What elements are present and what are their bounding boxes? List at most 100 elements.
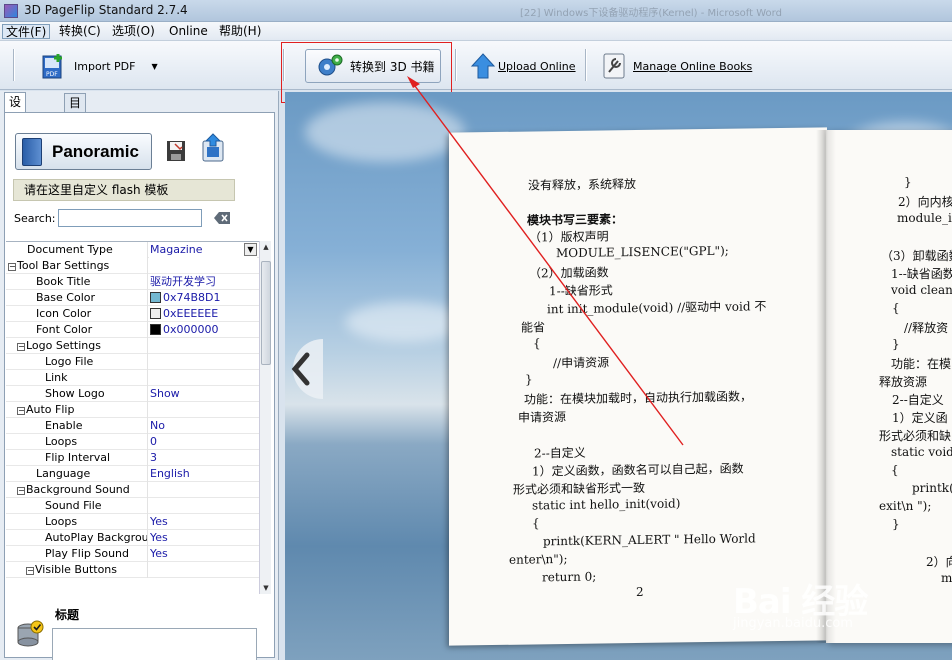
menu-help[interactable]: 帮助(H): [216, 24, 264, 39]
property-value[interactable]: English: [149, 466, 257, 482]
property-row[interactable]: AutoPlay Backgroun...Yes: [6, 530, 271, 546]
property-value[interactable]: [149, 354, 257, 370]
custom-flash-template-link[interactable]: 请在这里自定义 flash 模板: [13, 179, 235, 201]
property-value[interactable]: 0x000000: [149, 322, 257, 338]
page-text-line: {: [532, 516, 540, 531]
dropdown-arrow-icon[interactable]: ▼: [244, 243, 257, 256]
property-row[interactable]: Enable No: [6, 418, 271, 434]
property-name-text: Show Logo: [45, 387, 105, 400]
property-value[interactable]: Yes: [149, 546, 257, 562]
property-row[interactable]: Loops 0: [6, 434, 271, 450]
property-value[interactable]: [149, 482, 257, 498]
book-icon: [22, 137, 42, 166]
property-value[interactable]: [149, 402, 257, 418]
property-value[interactable]: No: [149, 418, 257, 434]
property-value[interactable]: 3: [149, 450, 257, 466]
chevron-down-icon[interactable]: ▼: [151, 62, 157, 71]
property-row[interactable]: Document Type Magazine ▼: [6, 242, 271, 258]
property-row[interactable]: Loops Yes: [6, 514, 271, 530]
collapse-icon[interactable]: −: [17, 487, 25, 495]
tab-design-settings[interactable]: 设计设置: [4, 92, 27, 163]
clear-search-icon[interactable]: [213, 211, 231, 225]
upload-online-button[interactable]: Upload Online: [470, 49, 576, 83]
property-row[interactable]: Show Logo Show: [6, 386, 271, 402]
app-icon: [4, 4, 18, 18]
toolbar-grip[interactable]: [13, 49, 15, 81]
collapse-icon[interactable]: −: [17, 343, 25, 351]
book-gutter-shadow: [816, 130, 836, 643]
property-row[interactable]: Language English: [6, 466, 271, 482]
panoramic-template-button[interactable]: Panoramic: [15, 133, 152, 170]
right-book-page[interactable]: } 2）向内核 module_ini （3）卸载函数 1--缺省函数 void clean…: [826, 130, 952, 643]
import-pdf-button[interactable]: PDF Import PDF ▼: [40, 49, 158, 83]
property-row[interactable]: Link: [6, 370, 271, 386]
property-value[interactable]: Yes: [149, 530, 257, 546]
title-bar: 3D PageFlip Standard 2.7.4 [22] Windows下…: [0, 0, 952, 22]
color-swatch[interactable]: [150, 324, 161, 335]
title-description-box[interactable]: [52, 628, 257, 660]
page-text-line: {: [892, 301, 900, 315]
menu-options[interactable]: 选项(O): [109, 24, 158, 39]
toolbar: PDF Import PDF ▼ 转换到 3D 书籍 Upload Online…: [0, 41, 952, 90]
export-template-icon[interactable]: [200, 133, 226, 163]
property-row[interactable]: −Visible Buttons: [6, 562, 271, 578]
property-row[interactable]: −Background Sound: [6, 482, 271, 498]
page-text-line: （2）加载函数: [529, 265, 609, 281]
property-value-text: Show: [150, 387, 180, 400]
property-value-text: Yes: [150, 547, 168, 560]
property-row[interactable]: Sound File: [6, 498, 271, 514]
search-input[interactable]: [58, 209, 202, 227]
property-value-text: 0x000000: [163, 323, 219, 336]
property-row[interactable]: Flip Interval 3: [6, 450, 271, 466]
left-book-page[interactable]: 没有释放，系统释放 模块书写三要素： （1）版权声明 MODULE_LISENCE("…: [449, 127, 827, 646]
property-value[interactable]: 0x74B8D1: [149, 290, 257, 306]
property-value[interactable]: Yes: [149, 514, 257, 530]
property-row[interactable]: Book Title 驱动开发学习: [6, 274, 271, 290]
property-value[interactable]: [149, 338, 257, 354]
property-row[interactable]: Font Color 0x000000: [6, 322, 271, 338]
property-value[interactable]: 驱动开发学习: [149, 274, 257, 290]
property-value[interactable]: [149, 498, 257, 514]
property-value[interactable]: Show: [149, 386, 257, 402]
scroll-down-icon[interactable]: ▼: [261, 583, 271, 593]
property-row[interactable]: −Tool Bar Settings: [6, 258, 271, 274]
property-value[interactable]: 0: [149, 434, 257, 450]
page-text-line: }: [525, 372, 533, 387]
property-name: Show Logo: [6, 386, 148, 402]
page-text-line: }: [904, 175, 912, 189]
collapse-icon[interactable]: −: [26, 567, 34, 575]
menu-online[interactable]: Online: [166, 24, 211, 39]
color-swatch[interactable]: [150, 292, 161, 303]
property-grid-scrollbar[interactable]: ▲ ▼: [259, 241, 271, 594]
property-name: −Tool Bar Settings: [6, 258, 148, 274]
save-icon[interactable]: [166, 140, 186, 162]
property-value[interactable]: [149, 370, 257, 386]
property-row[interactable]: Logo File: [6, 354, 271, 370]
page-text-line: printk(KERN_ALERT " Hello World: [543, 531, 756, 549]
property-row[interactable]: −Auto Flip: [6, 402, 271, 418]
property-value[interactable]: Magazine ▼: [149, 242, 257, 258]
property-value[interactable]: 0xEEEEEE: [149, 306, 257, 322]
property-value[interactable]: [149, 562, 257, 578]
manage-online-books-label: Manage Online Books: [633, 59, 753, 73]
collapse-icon[interactable]: −: [8, 263, 16, 271]
scrollbar-thumb[interactable]: [261, 261, 271, 365]
property-name: Font Color: [6, 322, 148, 338]
property-row[interactable]: Icon Color 0xEEEEEE: [6, 306, 271, 322]
property-name-text: Link: [45, 371, 68, 384]
manage-online-books-button[interactable]: Manage Online Books: [602, 49, 752, 83]
property-value[interactable]: [149, 258, 257, 274]
tab-table-of-contents[interactable]: 目录: [64, 93, 87, 128]
property-row[interactable]: Base Color 0x74B8D1: [6, 290, 271, 306]
previous-page-arrow-icon[interactable]: [285, 339, 323, 399]
menu-convert[interactable]: 转换(C): [56, 24, 104, 39]
menu-file[interactable]: 文件(F): [2, 24, 51, 39]
pdf-icon: PDF: [42, 54, 62, 79]
scroll-up-icon[interactable]: ▲: [261, 242, 271, 252]
property-value-text: Yes: [150, 531, 168, 544]
property-row[interactable]: −Logo Settings: [6, 338, 271, 354]
color-swatch[interactable]: [150, 308, 161, 319]
import-pdf-label: Import PDF: [74, 59, 136, 73]
collapse-icon[interactable]: −: [17, 407, 25, 415]
property-row[interactable]: Play Flip Sound Yes: [6, 546, 271, 562]
